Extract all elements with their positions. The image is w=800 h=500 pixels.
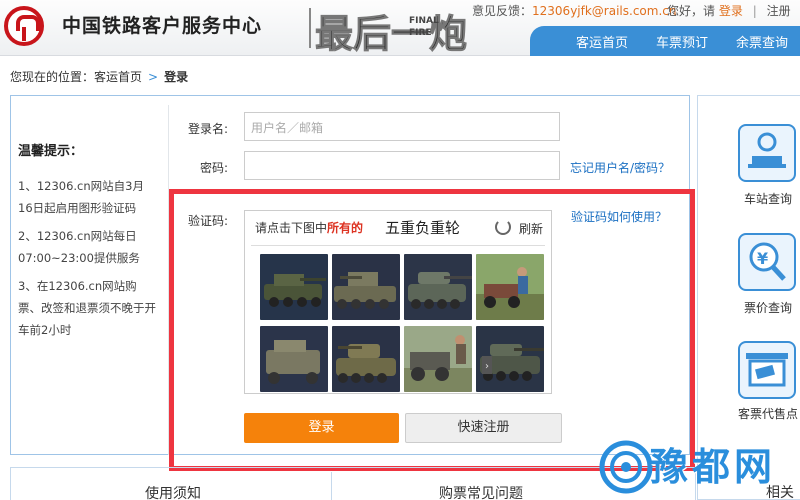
captcha-instruction: 请点击下图中所有的 (255, 219, 363, 236)
tab-usage-notes[interactable]: 使用须知 (145, 483, 201, 500)
svg-text:¥: ¥ (757, 249, 768, 268)
captcha-instruction-highlight: 所有的 (327, 221, 364, 235)
captcha-tile-4[interactable] (476, 254, 544, 320)
quick-register-button[interactable]: 快速注册 (405, 413, 562, 443)
tip-item: 3、在12306.cn网站购票、改签和退票须不晚于开车前2小时 (18, 279, 156, 337)
sidebar-label-fare[interactable]: 票价查询 (736, 299, 800, 316)
sidebar-label-station[interactable]: 车站查询 (736, 190, 800, 207)
ticket-agency-icon[interactable] (738, 341, 796, 399)
railway-logo-icon[interactable] (4, 6, 44, 46)
yuan-magnifier-icon[interactable]: ¥ (738, 233, 796, 291)
watermark-text: 豫都网 (650, 445, 777, 489)
tip-item: 1、12306.cn网站自3月16日起启用图形验证码 (18, 179, 144, 215)
captcha-refresh-button[interactable]: 刷新 (519, 220, 543, 237)
breadcrumb-arrow: > (148, 70, 159, 84)
password-input[interactable] (244, 151, 560, 180)
title-divider (309, 8, 311, 48)
captcha-label: 验证码: (187, 214, 228, 228)
sidebar-label-agency[interactable]: 客票代售点 (736, 405, 800, 422)
footer-tabs: 使用须知 购票常见问题 (10, 467, 696, 500)
tip-item: 2、12306.cn网站每日07:00~23:00提供服务 (18, 229, 140, 265)
header-register-link[interactable]: 注册 (767, 4, 791, 18)
nav-item-remaining-tickets[interactable]: 余票查询 (736, 32, 788, 51)
captcha-divider (251, 245, 545, 246)
user-greeting: 您好，请 登录 | 注册 (667, 2, 791, 19)
site-header: 中国铁路客户服务中心 最后一炮 FINAL FIRE 意见反馈：12306yjf… (0, 0, 800, 56)
feedback-info: 意见反馈：12306yjfk@rails.com.cn (472, 2, 676, 19)
captcha-help-link[interactable]: 验证码如何使用？ (571, 208, 667, 225)
captcha-tile-3[interactable] (404, 254, 472, 320)
header-login-link[interactable]: 登录 (719, 4, 743, 18)
forgot-password-link[interactable]: 忘记用户名/密码？ (570, 159, 670, 176)
header-separator: | (752, 4, 757, 18)
banner-title: 最后一炮 (315, 12, 467, 53)
captcha-tile-6[interactable] (332, 326, 400, 392)
tips-title: 温馨提示： (18, 144, 84, 159)
panel-divider (168, 105, 169, 455)
feedback-label: 意见反馈： (472, 4, 533, 18)
login-button[interactable]: 登录 (244, 413, 399, 443)
greeting-text: 您好，请 (667, 4, 716, 18)
banner-small-1: FINAL (409, 16, 439, 26)
tips-panel: 温馨提示： 1、12306.cn网站自3月16日起启用图形验证码 2、12306… (18, 140, 158, 347)
breadcrumb-current: 登录 (164, 70, 189, 84)
refresh-icon[interactable] (495, 219, 511, 235)
captcha-tile-5[interactable] (260, 326, 328, 392)
breadcrumb: 您现在的位置：客运首页 > 登录 (10, 68, 188, 85)
main-nav: 客运首页 车票预订 余票查询 (530, 26, 800, 56)
captcha-target-words: 五重负重轮 (385, 219, 461, 237)
game-banner-image: 最后一炮 FINAL FIRE (315, 12, 468, 54)
train-station-icon[interactable] (738, 124, 796, 182)
captcha-tile-1[interactable] (260, 254, 328, 320)
password-label: 密码: (199, 161, 228, 175)
breadcrumb-prefix: 您现在的位置： (10, 70, 95, 84)
breadcrumb-home-link[interactable]: 客运首页 (94, 70, 142, 84)
captcha-tile-2[interactable] (332, 254, 400, 320)
nav-item-booking[interactable]: 车票预订 (656, 32, 708, 51)
tab-faq[interactable]: 购票常见问题 (439, 483, 523, 500)
captcha-tile-8[interactable]: › (476, 326, 544, 392)
username-input[interactable]: 用户名／邮箱 (244, 112, 560, 141)
captcha-tile-7[interactable] (404, 326, 472, 392)
footer-divider (331, 472, 332, 500)
banner-small-2: FIRE (409, 28, 432, 38)
site-title: 中国铁路客户服务中心 (62, 15, 263, 37)
username-label: 登录名: (187, 122, 228, 136)
feedback-email-link[interactable]: 12306yjfk@rails.com.cn (532, 4, 676, 18)
nav-item-home[interactable]: 客运首页 (576, 32, 628, 51)
captcha-instruction-text: 请点击下图中 (255, 221, 328, 235)
svg-text:›: › (485, 361, 489, 372)
